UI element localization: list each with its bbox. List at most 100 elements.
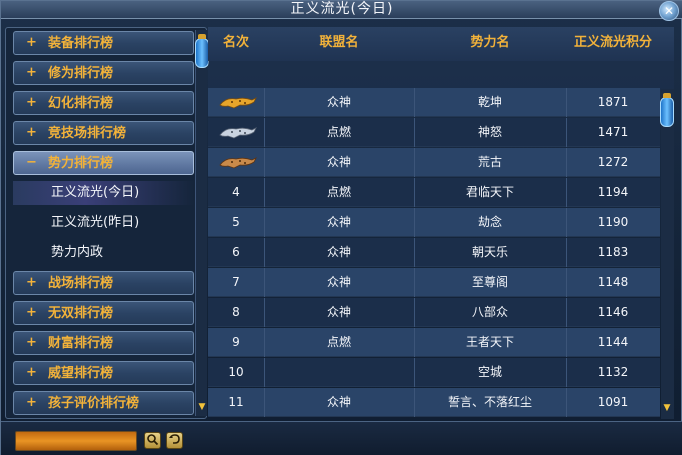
cell-rank: 9 (232, 335, 240, 349)
cell-rank: 7 (232, 275, 240, 289)
cell-alliance: 点燃 (326, 335, 351, 349)
expand-icon: + (26, 35, 37, 50)
cell-score: 1471 (597, 125, 629, 139)
sidebar-category-peerless[interactable]: + 无双排行榜 (13, 301, 194, 325)
sidebar-category-prestige[interactable]: + 威望排行榜 (13, 361, 194, 385)
search-input[interactable] (15, 431, 137, 451)
sidebar-category-wealth[interactable]: + 财富排行榜 (13, 331, 194, 355)
sidebar-category-faction[interactable]: − 势力排行榜 (13, 151, 194, 175)
cell-score: 1091 (597, 395, 629, 409)
cell-alliance (264, 358, 414, 387)
table-row[interactable]: 4 点燃 君临天下 1194 (208, 178, 660, 207)
cell-faction: 王者天下 (465, 335, 514, 349)
close-icon: ✕ (663, 4, 675, 18)
search-button[interactable] (144, 432, 161, 449)
sidebar-subitem-label: 正义流光(昨日) (51, 215, 140, 230)
expand-icon: + (26, 65, 37, 80)
cell-rank: 8 (232, 305, 240, 319)
cell-rank: 5 (232, 215, 240, 229)
reset-button[interactable] (166, 432, 183, 449)
window-title: 正义流光(今日) (290, 1, 394, 17)
sidebar-subitem-faction-affairs[interactable]: 势力内政 (13, 241, 194, 265)
table-row[interactable]: 7 众神 至尊阁 1148 (208, 268, 660, 297)
sidebar-category-label: 竞技场排行榜 (48, 126, 127, 141)
scroll-down-arrow-icon[interactable]: ▼ (197, 402, 207, 412)
sidebar-category-cultivation[interactable]: + 修为排行榜 (13, 61, 194, 85)
header-alliance: 联盟名 (319, 35, 359, 50)
cell-alliance: 点燃 (326, 185, 351, 199)
sidebar-subitem-justice-today[interactable]: 正义流光(今日) (13, 181, 194, 205)
cell-faction: 至尊阁 (471, 275, 508, 289)
sidebar-scrollbar[interactable]: ▼ (195, 30, 209, 416)
cell-alliance: 点燃 (326, 125, 351, 139)
cell-alliance: 众神 (326, 155, 351, 169)
table-row[interactable]: 10 空城 1132 (208, 358, 660, 387)
sidebar-category-label: 幻化排行榜 (48, 96, 114, 111)
scroll-thumb-icon[interactable] (660, 93, 674, 127)
cell-alliance: 众神 (326, 215, 351, 229)
scroll-thumb-icon[interactable] (195, 34, 209, 68)
cell-rank (208, 118, 264, 147)
expand-icon: + (26, 365, 37, 380)
collapse-icon: − (26, 155, 37, 170)
table-row[interactable]: 众神 乾坤 1871 (208, 88, 660, 117)
cell-faction: 乾坤 (477, 95, 502, 109)
table-row[interactable]: 8 众神 八部众 1146 (208, 298, 660, 327)
cell-score: 1183 (597, 245, 629, 259)
cell-score: 1148 (597, 275, 629, 289)
expand-icon: + (26, 395, 37, 410)
cell-score: 1272 (597, 155, 629, 169)
sidebar-subitem-label: 势力内政 (51, 245, 104, 260)
cell-rank (208, 148, 264, 177)
ranking-window: 正义流光(今日) ✕ + 装备排行榜 + 修为排行榜 + 幻化排行榜 + 竞技场… (0, 0, 682, 455)
close-button[interactable]: ✕ (659, 1, 679, 21)
cell-faction: 朝天乐 (471, 245, 508, 259)
magnifier-icon (147, 434, 159, 446)
cell-alliance: 众神 (326, 395, 351, 409)
cell-score: 1871 (597, 95, 629, 109)
table-row[interactable]: 6 众神 朝天乐 1183 (208, 238, 660, 267)
table-row[interactable]: 9 点燃 王者天下 1144 (208, 328, 660, 357)
expand-icon: + (26, 275, 37, 290)
category-sidebar: + 装备排行榜 + 修为排行榜 + 幻化排行榜 + 竞技场排行榜 − 势力排行榜… (5, 27, 209, 419)
sidebar-category-child-rating[interactable]: + 孩子评价排行榜 (13, 391, 194, 415)
sidebar-category-equipment[interactable]: + 装备排行榜 (13, 31, 194, 55)
cell-rank: 10 (228, 365, 244, 379)
sidebar-subitem-justice-yesterday[interactable]: 正义流光(昨日) (13, 211, 194, 235)
cell-score: 1194 (597, 185, 629, 199)
table-row[interactable]: 众神 荒古 1272 (208, 148, 660, 177)
cell-faction: 神怒 (477, 125, 502, 139)
cell-faction: 劫念 (477, 215, 502, 229)
table-row[interactable]: 5 众神 劫念 1190 (208, 208, 660, 237)
cell-faction: 八部众 (471, 305, 508, 319)
return-arrow-icon (169, 434, 180, 444)
scroll-down-arrow-icon[interactable]: ▼ (662, 403, 672, 413)
sidebar-category-label: 战场排行榜 (48, 276, 114, 291)
cell-alliance: 众神 (326, 245, 351, 259)
table-row[interactable]: 点燃 神怒 1471 (208, 118, 660, 147)
cell-score: 1132 (597, 365, 629, 379)
ranking-table: 名次 联盟名 势力名 正义流光积分 众神 乾坤 1871 点燃 神怒 1471 … (208, 27, 674, 419)
sidebar-category-arena[interactable]: + 竞技场排行榜 (13, 121, 194, 145)
sidebar-category-label: 修为排行榜 (48, 66, 114, 81)
sidebar-category-label: 无双排行榜 (48, 306, 114, 321)
sidebar-category-battlefield[interactable]: + 战场排行榜 (13, 271, 194, 295)
cell-faction: 君临天下 (465, 185, 514, 199)
sidebar-category-label: 孩子评价排行榜 (48, 396, 140, 411)
expand-icon: + (26, 95, 37, 110)
cell-faction: 誓言、不落红尘 (447, 395, 532, 409)
cell-alliance: 众神 (326, 275, 351, 289)
sidebar-category-label: 财富排行榜 (48, 336, 114, 351)
header-rank: 名次 (222, 35, 249, 50)
cell-score: 1190 (597, 215, 629, 229)
cell-rank (208, 88, 264, 117)
sidebar-category-label: 装备排行榜 (48, 36, 114, 51)
table-header: 名次 联盟名 势力名 正义流光积分 (208, 27, 674, 61)
cell-score: 1144 (597, 335, 629, 349)
expand-icon: + (26, 305, 37, 320)
cell-alliance: 众神 (326, 95, 351, 109)
header-score: 正义流光积分 (573, 35, 652, 50)
table-scrollbar[interactable]: ▼ (660, 89, 674, 419)
sidebar-category-transform[interactable]: + 幻化排行榜 (13, 91, 194, 115)
table-row[interactable]: 11 众神 誓言、不落红尘 1091 (208, 388, 660, 417)
